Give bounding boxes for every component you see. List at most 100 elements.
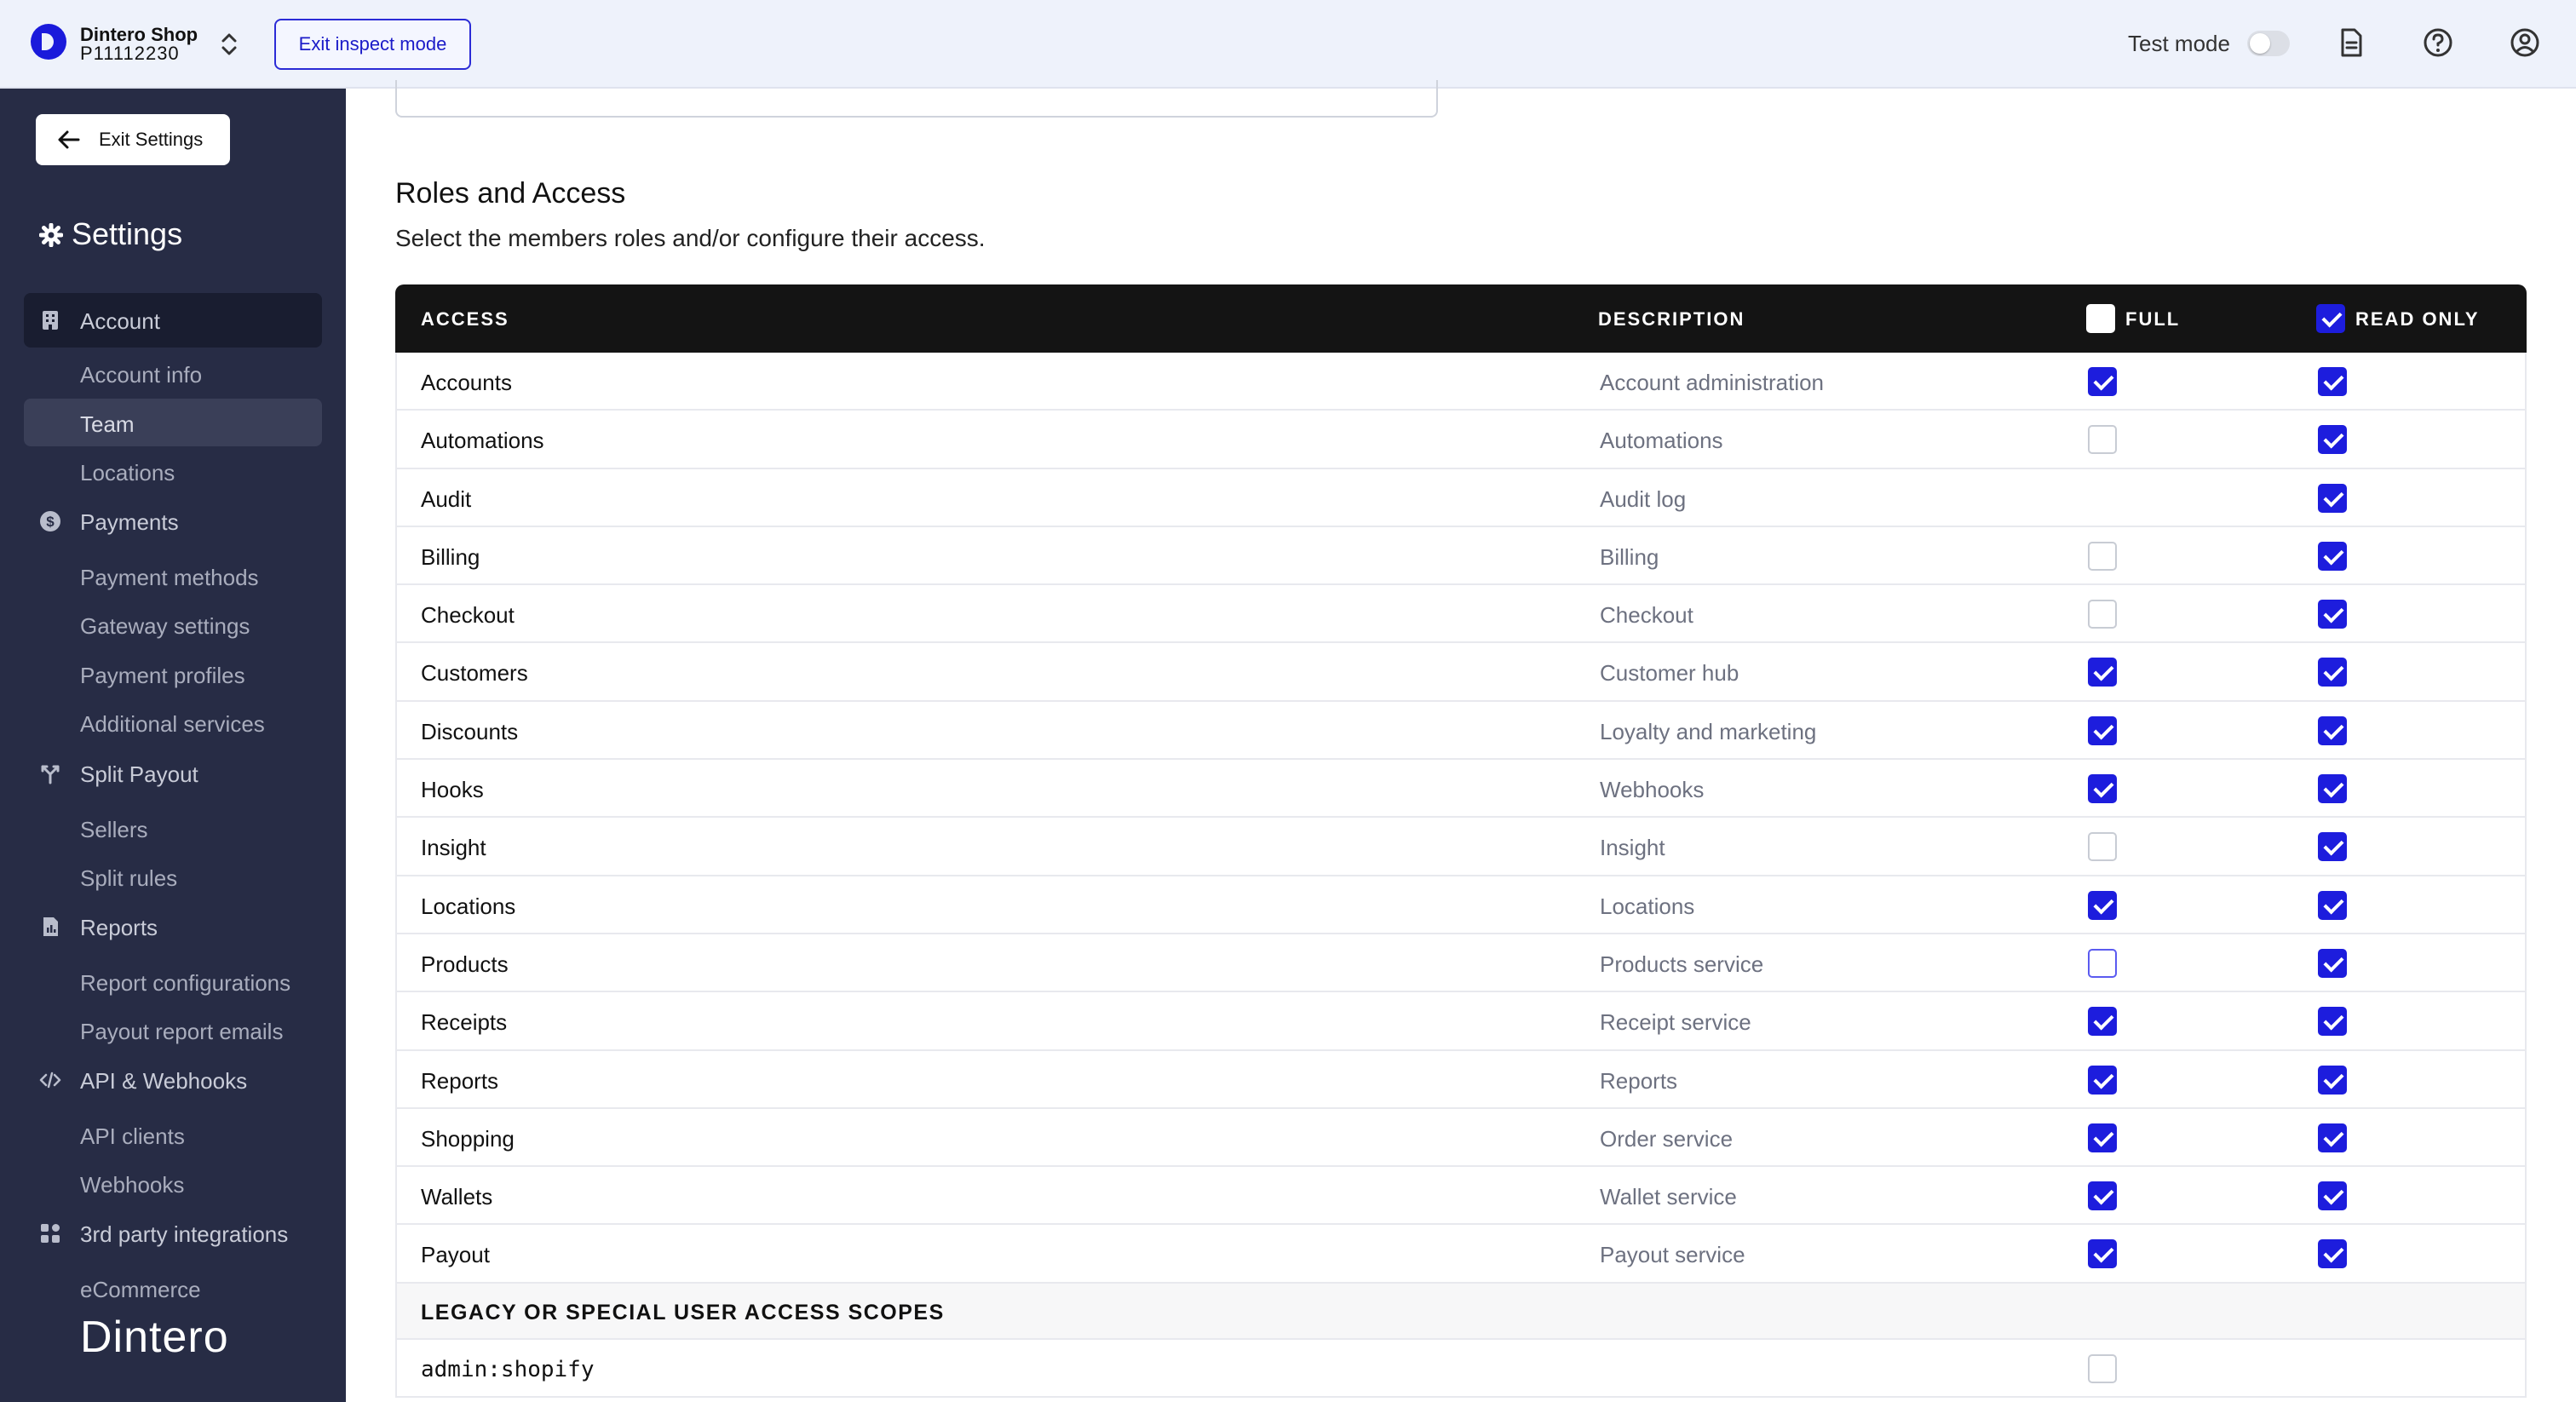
sidebar-section-3rd-party-integrations[interactable]: 3rd party integrations	[24, 1206, 322, 1261]
sidebar-section-account[interactable]: Account	[24, 293, 322, 348]
sidebar-item-account-info[interactable]: Account info	[24, 349, 322, 397]
access-cell: Audit	[421, 486, 472, 512]
main-content: Roles and Access Select the members role…	[346, 80, 2576, 1402]
table-row: Customers Customer hub	[395, 643, 2527, 702]
read-only-checkbox[interactable]	[2318, 1181, 2347, 1211]
access-cell: Discounts	[421, 718, 519, 744]
sidebar-item-ecommerce[interactable]: eCommerce	[24, 1264, 322, 1312]
sidebar-item-locations[interactable]: Locations	[24, 447, 322, 495]
sidebar-item-payout-report-emails[interactable]: Payout report emails	[24, 1006, 322, 1054]
read-only-checkbox[interactable]	[2318, 658, 2347, 687]
description-cell: Customer hub	[1600, 660, 1739, 687]
sidebar-item-label: Payout report emails	[80, 1019, 284, 1044]
sidebar-item-report-configurations[interactable]: Report configurations	[24, 957, 322, 1005]
sidebar-item-sellers[interactable]: Sellers	[24, 804, 322, 852]
gear-icon	[39, 223, 63, 247]
report-icon	[43, 917, 58, 936]
logo-icon[interactable]	[31, 24, 66, 60]
sidebar-section-api-webhooks[interactable]: API & Webhooks	[24, 1053, 322, 1107]
table-row: Accounts Account administration	[395, 353, 2527, 411]
sidebar-section-payments[interactable]: $ Payments	[24, 494, 322, 549]
help-icon[interactable]	[2421, 26, 2455, 60]
select-all-full-checkbox[interactable]	[2086, 304, 2115, 333]
shop-id[interactable]: P11112230	[80, 43, 180, 65]
access-cell: Shopping	[421, 1125, 515, 1152]
access-cell: Wallets	[421, 1184, 493, 1210]
read-only-checkbox[interactable]	[2318, 1239, 2347, 1269]
read-only-checkbox[interactable]	[2318, 1065, 2347, 1095]
full-access-checkbox[interactable]	[2088, 948, 2117, 978]
settings-title-label: Settings	[72, 216, 183, 251]
test-mode-label: Test mode	[2128, 31, 2230, 56]
chevron-updown-icon[interactable]	[218, 31, 240, 58]
sidebar-item-additional-services[interactable]: Additional services	[24, 698, 322, 746]
roles-access-table: ACCESS DESCRIPTION FULL READ ONLY Accoun…	[395, 284, 2527, 1399]
section-title: Roles and Access	[395, 177, 626, 210]
table-row: Audit Audit log	[395, 468, 2527, 527]
read-only-checkbox[interactable]	[2318, 715, 2347, 745]
table-row: Reports Reports	[395, 1050, 2527, 1109]
full-access-checkbox[interactable]	[2088, 1181, 2117, 1211]
table-header: ACCESS DESCRIPTION FULL READ ONLY	[395, 284, 2527, 353]
table-row: Discounts Loyalty and marketing	[395, 701, 2527, 761]
description-cell: Locations	[1600, 893, 1695, 919]
sidebar-item-api-clients[interactable]: API clients	[24, 1111, 322, 1158]
full-access-checkbox[interactable]	[2088, 541, 2117, 571]
full-access-checkbox[interactable]	[2088, 1007, 2117, 1037]
sidebar-section-label: Payments	[80, 509, 179, 535]
sidebar-section-reports[interactable]: Reports	[24, 899, 322, 954]
full-access-checkbox[interactable]	[2088, 1239, 2117, 1269]
user-icon[interactable]	[2508, 26, 2542, 60]
access-cell: Reports	[421, 1067, 499, 1094]
document-icon[interactable]	[2334, 26, 2368, 60]
read-only-checkbox[interactable]	[2318, 1007, 2347, 1037]
sidebar-item-payment-methods[interactable]: Payment methods	[24, 552, 322, 600]
table-row: Locations Locations	[395, 876, 2527, 934]
access-cell: Checkout	[421, 602, 515, 629]
full-access-checkbox[interactable]	[2088, 1353, 2117, 1383]
read-only-checkbox[interactable]	[2318, 483, 2347, 513]
table-row: Payout Payout service	[395, 1225, 2527, 1284]
sidebar-section-label: 3rd party integrations	[80, 1221, 289, 1247]
previous-input-field[interactable]	[395, 80, 1438, 118]
read-only-checkbox[interactable]	[2318, 600, 2347, 629]
code-icon	[39, 1072, 61, 1089]
full-access-checkbox[interactable]	[2088, 774, 2117, 804]
full-access-checkbox[interactable]	[2088, 425, 2117, 455]
full-access-checkbox[interactable]	[2088, 890, 2117, 920]
sidebar-item-gateway-settings[interactable]: Gateway settings	[24, 600, 322, 648]
sidebar-item-webhooks[interactable]: Webhooks	[24, 1159, 322, 1207]
legacy-scopes-header: LEGACY OR SPECIAL USER ACCESS SCOPES	[395, 1283, 2527, 1340]
split-icon	[41, 765, 60, 784]
section-subtitle: Select the members roles and/or configur…	[395, 225, 986, 251]
description-cell: Audit log	[1600, 486, 1687, 512]
full-access-checkbox[interactable]	[2088, 715, 2117, 745]
select-all-read-only-checkbox[interactable]	[2316, 304, 2345, 333]
sidebar-item-team[interactable]: Team	[24, 399, 322, 446]
table-row: Shopping Order service	[395, 1108, 2527, 1168]
full-access-checkbox[interactable]	[2088, 658, 2117, 687]
read-only-checkbox[interactable]	[2318, 425, 2347, 455]
read-only-checkbox[interactable]	[2318, 832, 2347, 862]
dollar-icon: $	[40, 511, 60, 531]
read-only-checkbox[interactable]	[2318, 890, 2347, 920]
full-access-checkbox[interactable]	[2088, 1123, 2117, 1152]
full-access-checkbox[interactable]	[2088, 600, 2117, 629]
sidebar-item-payment-profiles[interactable]: Payment profiles	[24, 650, 322, 698]
sidebar-item-split-rules[interactable]: Split rules	[24, 853, 322, 900]
description-cell: Products service	[1600, 951, 1764, 977]
read-only-checkbox[interactable]	[2318, 367, 2347, 396]
read-only-checkbox[interactable]	[2318, 774, 2347, 804]
full-access-checkbox[interactable]	[2088, 1065, 2117, 1095]
exit-inspect-mode-button[interactable]: Exit inspect mode	[274, 19, 471, 70]
sidebar-section-split-payout[interactable]: Split Payout	[24, 746, 322, 801]
full-access-checkbox[interactable]	[2088, 832, 2117, 862]
access-cell: Payout	[421, 1242, 490, 1268]
read-only-checkbox[interactable]	[2318, 1123, 2347, 1152]
full-access-checkbox[interactable]	[2088, 367, 2117, 396]
table-row: Billing Billing	[395, 526, 2527, 586]
read-only-checkbox[interactable]	[2318, 541, 2347, 571]
read-only-checkbox[interactable]	[2318, 948, 2347, 978]
access-cell: Hooks	[421, 777, 484, 803]
test-mode-toggle[interactable]	[2247, 31, 2290, 56]
